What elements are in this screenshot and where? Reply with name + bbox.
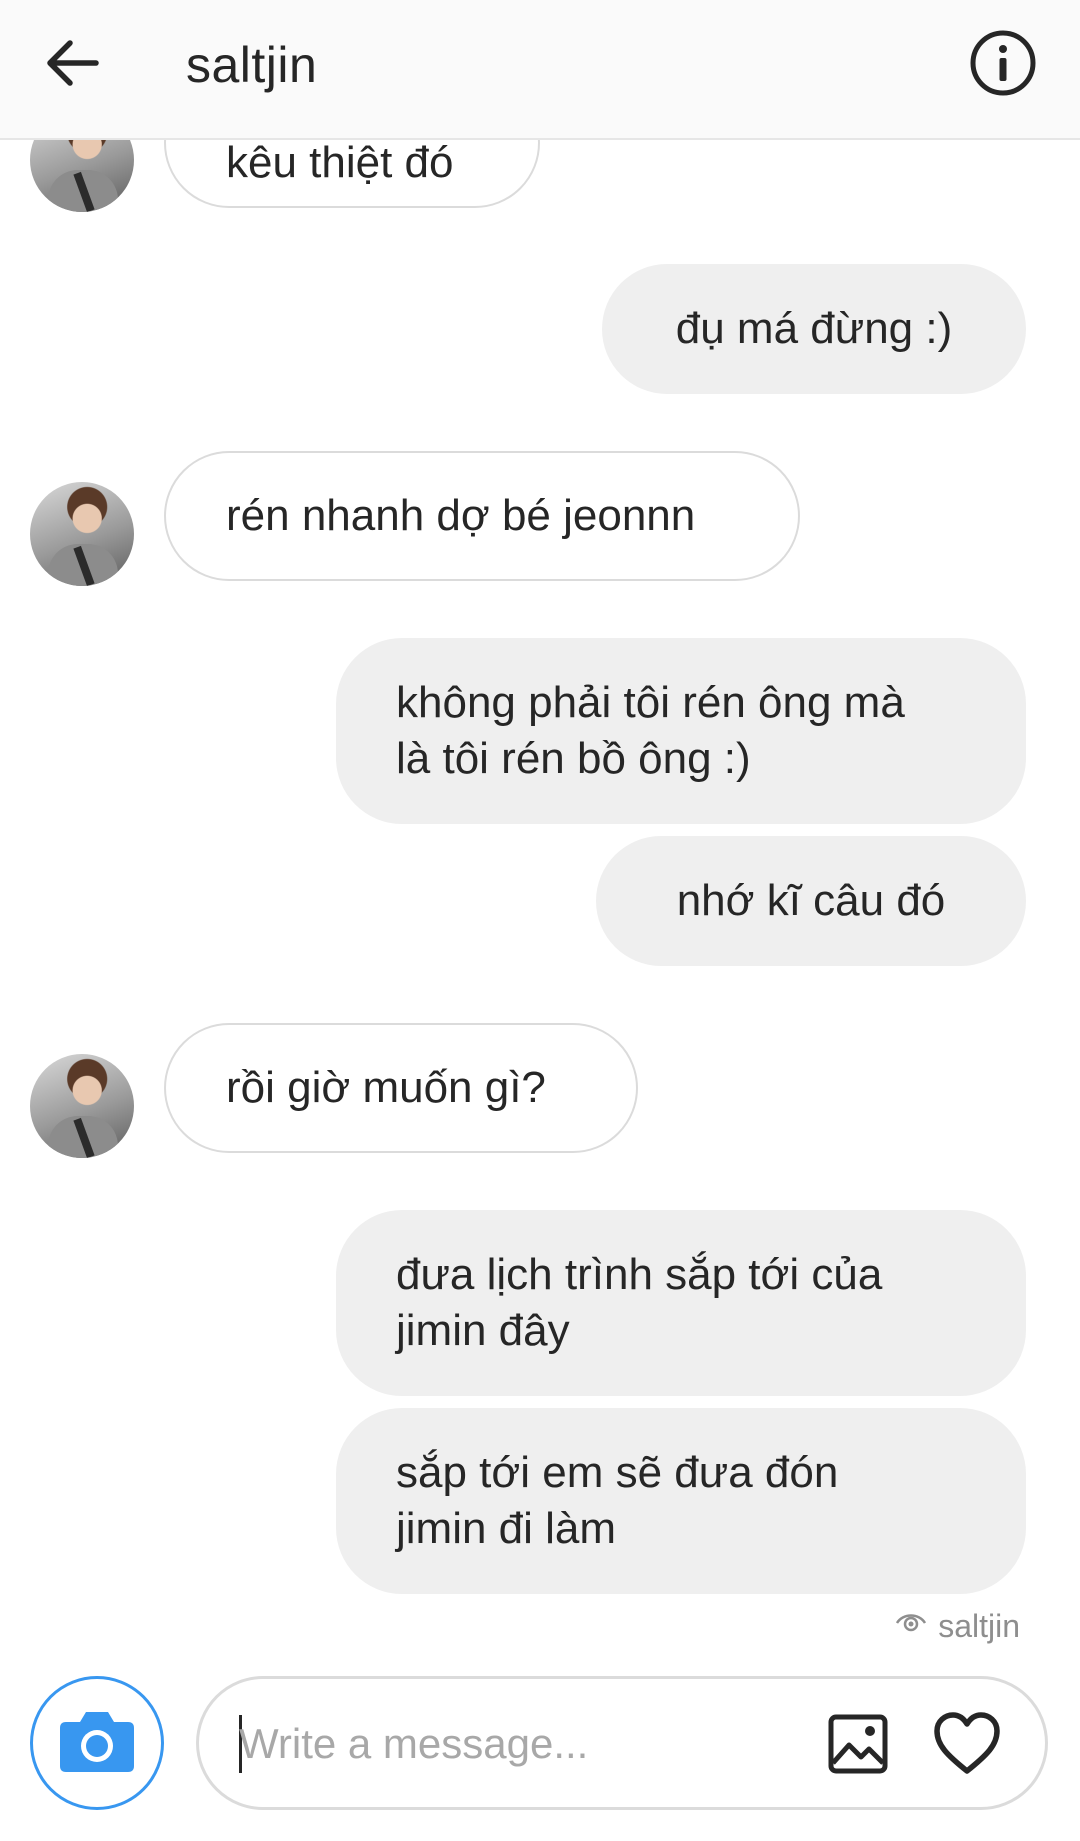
info-circle-icon <box>968 30 1038 102</box>
outgoing-message-bubble[interactable]: đụ má đừng :) <box>602 264 1026 394</box>
message-text: đụ má đừng :) <box>675 304 953 353</box>
image-icon <box>827 1714 889 1779</box>
avatar[interactable] <box>30 482 134 586</box>
message-composer <box>0 1660 1080 1841</box>
outgoing-message-bubble[interactable]: không phải tôi rén ông mà là tôi rén bồ … <box>336 638 1026 824</box>
outgoing-message-bubble[interactable]: sắp tới em sẽ đưa đón jimin đi làm <box>336 1408 1026 1594</box>
incoming-message-bubble[interactable]: rồi giờ muốn gì? <box>164 1023 638 1153</box>
back-button[interactable] <box>38 28 108 98</box>
heart-icon <box>933 1712 1001 1781</box>
outgoing-message-bubble[interactable]: đưa lịch trình sắp tới của jimin đây <box>336 1210 1026 1396</box>
message-text: sắp tới em sẽ đưa đón jimin đi làm <box>396 1448 839 1553</box>
message-thread[interactable]: kêu thiệt đó đụ má đừng :) rén nhanh dợ … <box>0 0 1080 1660</box>
seen-by-label: saltjin <box>938 1607 1020 1644</box>
message-input-container <box>196 1676 1048 1810</box>
avatar[interactable] <box>30 1054 134 1158</box>
message-text: rén nhanh dợ bé jeonnn <box>226 491 696 540</box>
seen-indicator: saltjin <box>894 1605 1020 1647</box>
gallery-button[interactable] <box>827 1713 889 1775</box>
message-text: nhớ kĩ câu đó <box>676 876 946 925</box>
message-text: rồi giờ muốn gì? <box>226 1063 546 1112</box>
message-input[interactable] <box>239 1709 799 1779</box>
like-button[interactable] <box>933 1711 1001 1777</box>
info-button[interactable] <box>968 28 1038 98</box>
conversation-header: saltjin <box>0 0 1080 140</box>
eye-icon <box>894 1605 928 1647</box>
conversation-title[interactable]: saltjin <box>186 36 317 94</box>
camera-button[interactable] <box>30 1676 164 1810</box>
outgoing-message-bubble[interactable]: nhớ kĩ câu đó <box>596 836 1026 966</box>
arrow-left-icon <box>38 40 108 102</box>
message-text: không phải tôi rén ông mà là tôi rén bồ … <box>396 678 905 783</box>
message-text: đưa lịch trình sắp tới của jimin đây <box>396 1250 883 1355</box>
camera-icon <box>58 1708 136 1779</box>
incoming-message-bubble[interactable]: rén nhanh dợ bé jeonnn <box>164 451 800 581</box>
